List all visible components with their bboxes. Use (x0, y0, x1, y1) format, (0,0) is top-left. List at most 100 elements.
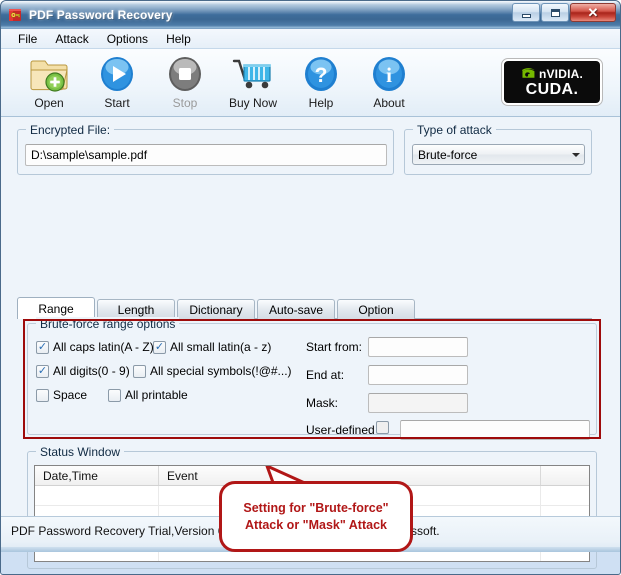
tab-dictionary[interactable]: Dictionary (177, 299, 255, 319)
checkbox-row-all-small-latin[interactable]: ✓ All small latin(a - z) (153, 340, 271, 354)
check-icon: ✓ (154, 340, 165, 353)
checkbox-space[interactable] (36, 388, 49, 402)
tab-label-auto-save: Auto-save (268, 302, 324, 317)
check-icon: ✓ (37, 340, 48, 353)
nvidia-wordmark: nVIDIA. (538, 66, 584, 81)
checkbox-all-printable[interactable] (108, 388, 121, 402)
toolbar-label-help: Help (308, 96, 334, 110)
menu-item-attack[interactable]: Attack (46, 30, 97, 48)
client-area: Encrypted File: D:\sample\sample.pdf Typ… (1, 117, 620, 569)
svg-text:?: ? (315, 64, 328, 87)
toolbar-button-help[interactable]: ? Help (287, 53, 355, 115)
callout-line-1: Setting for "Brute-force" (243, 500, 389, 515)
toolbar-button-about[interactable]: i About (355, 53, 423, 115)
chevron-down-icon[interactable] (567, 145, 584, 164)
checkbox-row-all-special-symbols[interactable]: All special symbols(!@#...) (133, 364, 292, 378)
tab-label-dictionary: Dictionary (189, 302, 243, 317)
checkbox-all-special-symbols[interactable] (133, 364, 146, 378)
checkbox-user-defined[interactable] (376, 421, 389, 434)
tab-length[interactable]: Length (97, 299, 175, 319)
checkbox-all-caps-latin[interactable]: ✓ (36, 340, 49, 354)
nvidia-cuda-logo: nVIDIA. CUDA. (501, 58, 603, 106)
user-defined-input[interactable] (400, 420, 590, 440)
tab-range[interactable]: Range (17, 297, 95, 319)
cuda-wordmark: CUDA. (525, 80, 579, 98)
toolbar-button-buy-now[interactable]: Buy Now (219, 53, 287, 115)
play-icon (96, 53, 138, 95)
toolbar-label-stop: Stop (172, 96, 198, 110)
checkbox-row-all-caps-latin[interactable]: ✓ All caps latin(A - Z) (36, 340, 154, 354)
toolbar-label-buy-now: Buy Now (228, 96, 278, 110)
label-end-at: End at: (306, 368, 345, 382)
tab-auto-save[interactable]: Auto-save (257, 299, 335, 319)
close-button[interactable]: ✕ (570, 3, 616, 22)
question-mark-icon: ? (300, 53, 342, 95)
menu-item-help[interactable]: Help (157, 30, 200, 48)
application-window: PDF Password Recovery ✕ File Attack Opti… (0, 0, 621, 575)
tab-option[interactable]: Option (337, 299, 415, 319)
maximize-button[interactable] (541, 3, 569, 22)
menu-item-options[interactable]: Options (98, 30, 157, 48)
close-icon: ✕ (587, 5, 599, 20)
info-icon: i (368, 53, 410, 95)
checkbox-label-all-small-latin: All small latin(a - z) (170, 340, 272, 354)
callout-bubble: Setting for "Brute-force" Attack or "Mas… (219, 481, 413, 552)
window-title: PDF Password Recovery (29, 7, 173, 22)
range-options-group-title: Brute-force range options (36, 317, 180, 331)
status-window-group-title: Status Window (36, 445, 125, 459)
tab-label-range: Range (38, 301, 74, 316)
attack-type-combo[interactable]: Brute-force (412, 144, 585, 165)
checkbox-label-all-printable: All printable (125, 388, 188, 402)
end-at-input[interactable] (368, 365, 468, 385)
toolbar-label-about: About (373, 96, 405, 110)
checkbox-all-small-latin[interactable]: ✓ (153, 340, 166, 354)
start-from-input[interactable] (368, 337, 468, 357)
toolbar-label-open: Open (34, 96, 64, 110)
pdf-book-key-icon (7, 7, 23, 23)
encrypted-file-group: Encrypted File: D:\sample\sample.pdf (17, 123, 394, 175)
menu-item-file[interactable]: File (9, 30, 46, 48)
callout-line-2: Attack or "Mask" Attack (245, 517, 387, 532)
checkbox-label-all-digits: All digits(0 - 9) (53, 364, 130, 378)
checkbox-label-space: Space (53, 388, 88, 402)
tab-label-option: Option (358, 302, 394, 317)
column-header-spacer (541, 466, 589, 485)
toolbar-button-start[interactable]: Start (83, 53, 151, 115)
stop-icon (164, 53, 206, 95)
attack-type-group: Type of attack Brute-force (404, 123, 592, 175)
annotation-callout: Setting for "Brute-force" Attack or "Mas… (219, 466, 413, 552)
mask-input[interactable] (368, 393, 468, 413)
minimize-icon (521, 13, 531, 18)
column-header-date-time: Date,Time (35, 466, 159, 485)
checkbox-row-space[interactable]: Space (36, 388, 87, 402)
checkbox-all-digits[interactable]: ✓ (36, 364, 49, 378)
minimize-button[interactable] (512, 3, 540, 22)
maximize-icon (550, 8, 560, 17)
svg-text:i: i (386, 63, 392, 87)
tab-label-length: Length (117, 302, 155, 317)
title-bar: PDF Password Recovery ✕ (1, 1, 620, 29)
encrypted-file-path-input[interactable]: D:\sample\sample.pdf (25, 144, 387, 166)
label-mask: Mask: (306, 396, 339, 410)
window-controls: ✕ (512, 3, 616, 22)
check-icon: ✓ (37, 364, 48, 377)
toolbar-button-open[interactable]: Open (15, 53, 83, 115)
encrypted-file-group-title: Encrypted File: (26, 123, 115, 137)
nvidia-eye-icon (521, 68, 535, 78)
toolbar: Open Start Stop Buy Now ? Help i About n… (1, 49, 620, 117)
brute-force-range-options-group: Brute-force range options ✓ All caps lat… (27, 317, 597, 440)
toolbar-label-start: Start (104, 96, 130, 110)
attack-type-selected-value: Brute-force (418, 147, 478, 162)
checkbox-label-all-caps-latin: All caps latin(A - Z) (53, 340, 154, 354)
attack-type-group-title: Type of attack (413, 123, 496, 137)
label-start-from: Start from: (306, 340, 363, 354)
tab-strip: Range Length Dictionary Auto-save Option (17, 297, 592, 319)
menu-bar: File Attack Options Help (1, 29, 620, 49)
label-user-defined: User-defined (306, 423, 375, 437)
checkbox-row-all-digits[interactable]: ✓ All digits(0 - 9) (36, 364, 130, 378)
checkbox-label-all-special-symbols: All special symbols(!@#...) (150, 364, 292, 378)
open-folder-add-icon (28, 53, 70, 95)
toolbar-button-stop[interactable]: Stop (151, 53, 219, 115)
checkbox-row-all-printable[interactable]: All printable (108, 388, 188, 402)
shopping-cart-icon (230, 53, 276, 95)
